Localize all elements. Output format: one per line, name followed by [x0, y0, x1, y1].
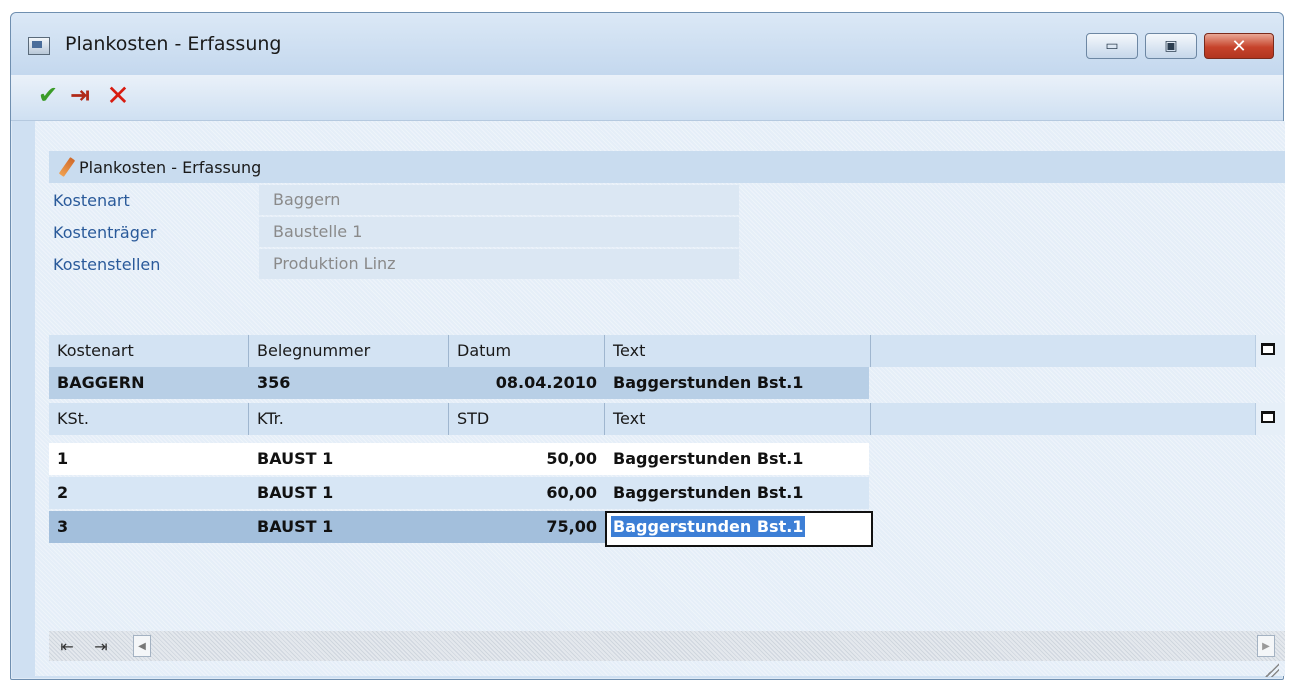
table-cell: 75,00 — [546, 517, 597, 536]
table-cell: Baggerstunden Bst.1 — [613, 373, 804, 392]
table-cell: 1 — [57, 449, 69, 468]
form-content: Plankosten - Erfassung Kostenart Baggern… — [35, 121, 1285, 676]
cancel-icon[interactable]: ✕ — [103, 79, 133, 112]
table-row[interactable]: 1 BAUST 1 50,00 Baggerstunden Bst.1 — [49, 443, 869, 475]
table-cell: 08.04.2010 — [495, 373, 597, 392]
field-value[interactable]: Baustelle 1 — [259, 217, 739, 247]
scroll-right-button[interactable]: ▶ — [1257, 635, 1275, 657]
column-header[interactable]: Text — [605, 403, 871, 435]
record-prev-icon[interactable]: ⇤ — [55, 635, 79, 657]
selected-text: Baggerstunden Bst.1 — [611, 516, 806, 537]
field-label: Kostenstellen — [53, 255, 161, 274]
app-icon — [28, 37, 50, 55]
table-cell: 2 — [57, 483, 69, 502]
maximize-button[interactable]: ▣ — [1145, 33, 1197, 59]
scroll-left-button[interactable]: ◀ — [133, 635, 151, 657]
field-value[interactable]: Baggern — [259, 185, 739, 215]
section-header: Plankosten - Erfassung — [49, 151, 1285, 183]
close-button[interactable]: ✕ — [1204, 33, 1274, 59]
exit-icon[interactable]: ⇥ — [65, 79, 95, 111]
column-chooser[interactable] — [1255, 335, 1285, 367]
table-cell: BAUST 1 — [257, 483, 334, 502]
table-row[interactable]: 2 BAUST 1 60,00 Baggerstunden Bst.1 — [49, 477, 869, 509]
table-cell: 50,00 — [546, 449, 597, 468]
plankosten-window: Plankosten - Erfassung ▭ ▣ ✕ ✔ ⇥ ✕ Plank… — [10, 12, 1285, 680]
detail-grid-columns: KSt. KTr. STD Text — [49, 403, 1285, 435]
column-chooser[interactable] — [1255, 403, 1285, 435]
column-header[interactable]: Text — [605, 335, 871, 367]
table-cell: BAUST 1 — [257, 449, 334, 468]
table-cell: 356 — [257, 373, 291, 392]
table-cell: 60,00 — [546, 483, 597, 502]
column-header[interactable]: KTr. — [249, 403, 449, 435]
field-label: Kostenart — [53, 191, 130, 210]
pencil-icon — [57, 157, 75, 177]
resize-grip-icon[interactable] — [1265, 663, 1279, 677]
table-cell: Baggerstunden Bst.1 — [613, 483, 804, 502]
field-kostenart: Kostenart Baggern — [49, 185, 739, 215]
table-row[interactable]: BAGGERN 356 08.04.2010 Baggerstunden Bst… — [49, 367, 869, 399]
column-header[interactable]: STD — [449, 403, 605, 435]
record-next-icon[interactable]: ⇥ — [89, 635, 113, 657]
window-icon — [1261, 343, 1275, 355]
table-row-selected[interactable]: 3 BAUST 1 75,00 Baggerstunden Bst.1 — [49, 511, 873, 547]
column-header[interactable]: Datum — [449, 335, 605, 367]
table-cell: Baggerstunden Bst.1 — [613, 449, 804, 468]
field-label: Kostenträger — [53, 223, 157, 242]
toolbar — [11, 75, 1283, 121]
table-cell: BAUST 1 — [257, 517, 334, 536]
minimize-button[interactable]: ▭ — [1086, 33, 1138, 59]
window-title: Plankosten - Erfassung — [65, 33, 282, 55]
checkmark-icon[interactable]: ✔ — [33, 79, 63, 111]
header-grid-columns: Kostenart Belegnummer Datum Text — [49, 335, 1285, 367]
table-cell: BAGGERN — [57, 373, 145, 392]
field-value[interactable]: Produktion Linz — [259, 249, 739, 279]
cell-edit-input[interactable]: Baggerstunden Bst.1 — [605, 511, 873, 547]
field-kostentraeger: Kostenträger Baustelle 1 — [49, 217, 739, 247]
grid-footer: ⇤ ⇥ ◀ ▶ — [49, 631, 1285, 661]
section-title: Plankosten - Erfassung — [79, 157, 262, 177]
column-header[interactable]: Belegnummer — [249, 335, 449, 367]
field-kostenstellen: Kostenstellen Produktion Linz — [49, 249, 739, 279]
table-cell: 3 — [57, 517, 69, 536]
window-icon — [1261, 411, 1275, 423]
column-header[interactable]: Kostenart — [49, 335, 249, 367]
column-header[interactable]: KSt. — [49, 403, 249, 435]
title-bar[interactable]: Plankosten - Erfassung ▭ ▣ ✕ — [11, 13, 1283, 75]
